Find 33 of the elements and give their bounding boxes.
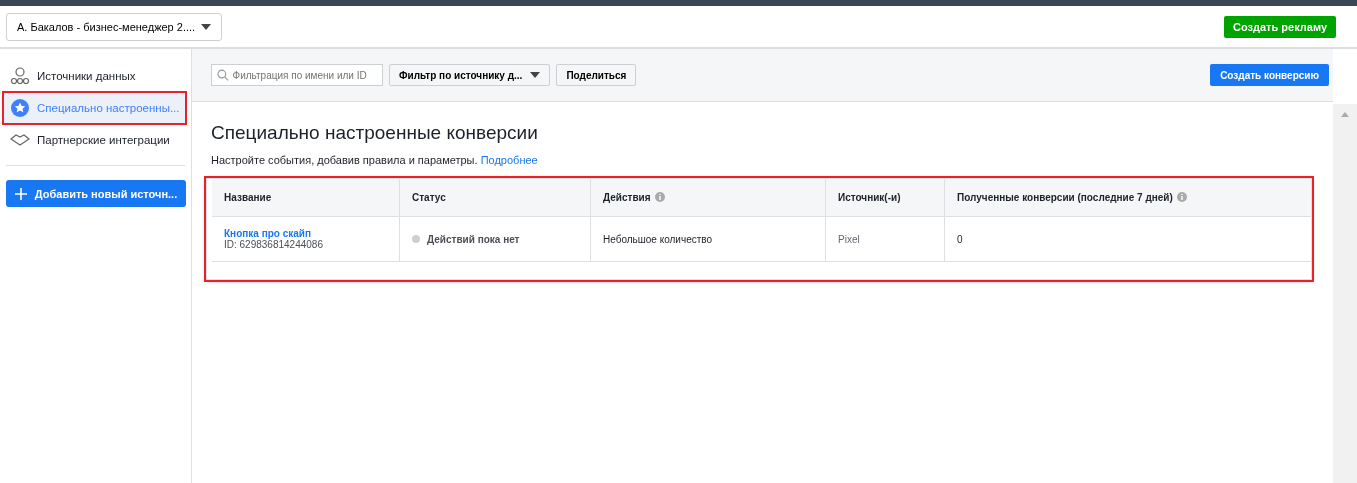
conversion-id: ID: 629836814244086 [224, 239, 324, 250]
table-cell: Pixel [825, 216, 945, 262]
scrollbar[interactable] [1333, 104, 1357, 483]
search-field[interactable]: Фильтрация по имени или ID [211, 64, 383, 86]
column-header: Полученные конверсии (последние 7 дней) [944, 179, 1311, 217]
nodes-icon [10, 66, 30, 86]
create-conversion-button[interactable]: Создать конверсию [1210, 64, 1329, 86]
create-ad-button[interactable]: Создать рекламу [1224, 15, 1336, 38]
caret-icon [530, 72, 541, 78]
column-header: Статус [399, 179, 591, 217]
scroll-up-icon [1341, 112, 1349, 117]
column-header: Название [212, 179, 400, 217]
sidebar-item[interactable]: Специально настроенны... [4, 93, 185, 123]
status-text: Действий пока нет [427, 233, 520, 245]
caret-icon [201, 23, 211, 30]
source-filter-dropdown[interactable]: Фильтр по источнику д... [389, 64, 551, 86]
search-icon [217, 69, 229, 81]
page-title: Специально настроенные конверсии [211, 122, 539, 144]
info-icon [654, 192, 665, 202]
table-cell: 0 [944, 216, 1311, 262]
learn-more-link[interactable]: Подробнее [480, 154, 538, 166]
conversion-name-link[interactable]: Кнопка про скайп [224, 228, 311, 239]
column-header: Источник(-и) [825, 179, 945, 217]
page-subtitle: Настройте события, добавив правила и параметры. [211, 154, 478, 166]
account-selector[interactable]: А. Бакалов - бизнес-менеджер 2.... [6, 12, 222, 41]
sidebar-item[interactable]: Источники данных [4, 61, 185, 91]
info-icon [1176, 192, 1187, 202]
add-source-button[interactable]: Добавить новый источн... [6, 180, 186, 207]
share-button[interactable]: Поделиться [556, 64, 637, 86]
table-cell: Небольшое количество [590, 216, 826, 262]
column-header: Действия [590, 179, 826, 217]
sidebar-item[interactable]: Партнерские интеграции [4, 125, 185, 155]
plus-icon [14, 187, 27, 200]
